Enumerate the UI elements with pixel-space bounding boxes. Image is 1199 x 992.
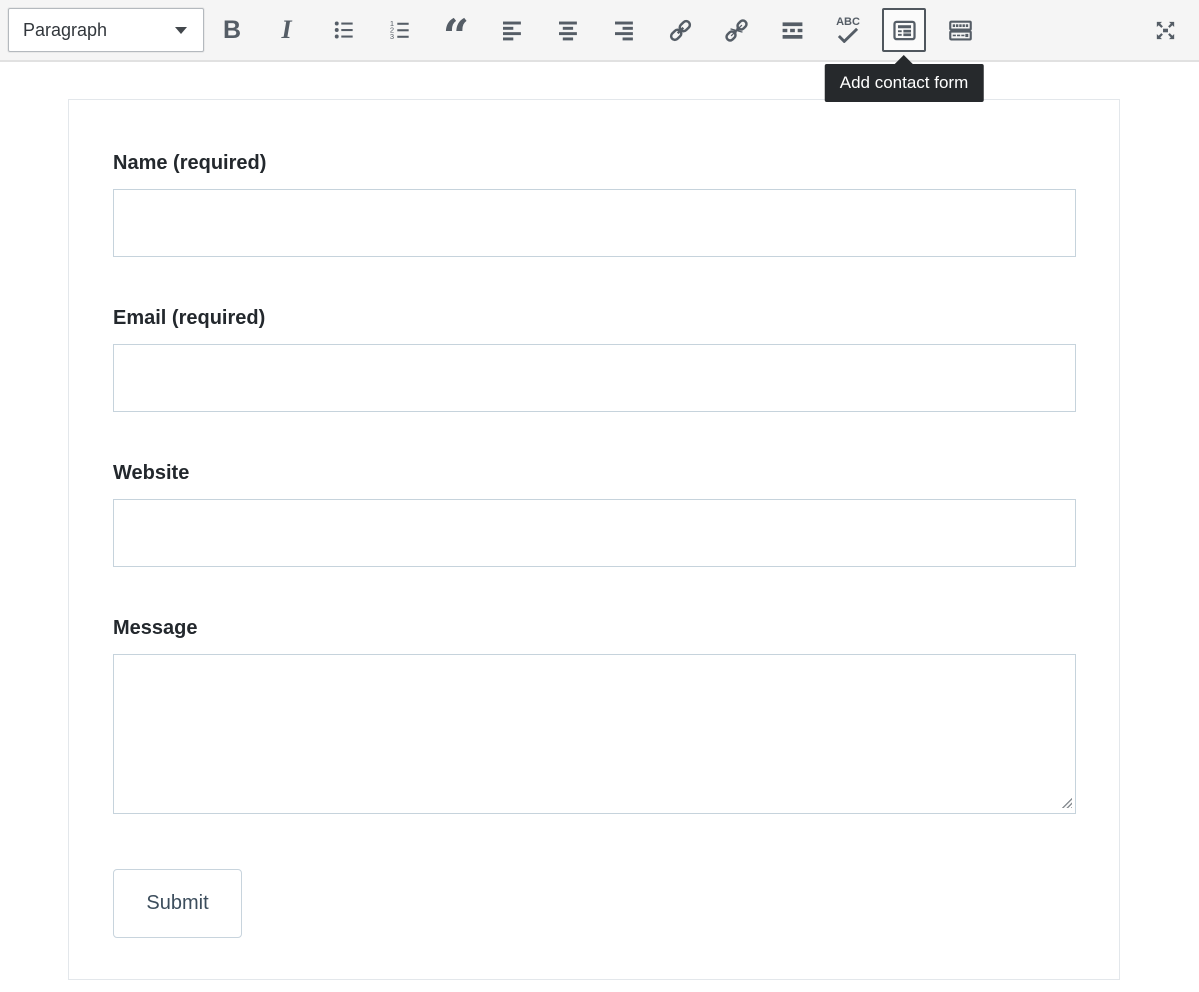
link-button[interactable] [660, 10, 700, 50]
editor-toolbar: Paragraph B I 1 2 3 “ [0, 0, 1199, 62]
spellcheck-icon: ABC [836, 17, 860, 43]
fullscreen-button[interactable] [1145, 10, 1185, 50]
paragraph-style-select[interactable]: Paragraph [8, 8, 204, 52]
email-input[interactable] [113, 344, 1076, 412]
blockquote-button[interactable]: “ [436, 10, 476, 50]
paragraph-style-value: Paragraph [23, 20, 107, 41]
tooltip-text: Add contact form [840, 73, 969, 92]
form-group-website: Website [113, 460, 1076, 567]
insert-read-more-button[interactable] [772, 10, 812, 50]
link-icon [667, 17, 694, 44]
numbered-list-icon: 1 2 3 [387, 17, 413, 43]
align-center-icon [555, 17, 581, 43]
tooltip-arrow-icon [895, 55, 913, 64]
website-input[interactable] [113, 499, 1076, 567]
website-field-label: Website [113, 460, 1076, 486]
name-input[interactable] [113, 189, 1076, 257]
align-right-icon [611, 17, 637, 43]
unlink-button[interactable] [716, 10, 756, 50]
contact-form-preview-card: Name (required) Email (required) Website… [68, 99, 1120, 980]
submit-button[interactable]: Submit [113, 869, 242, 938]
form-group-email: Email (required) [113, 305, 1076, 412]
tooltip: Add contact form [825, 64, 984, 102]
numbered-list-button[interactable]: 1 2 3 [380, 10, 420, 50]
unlink-icon [723, 17, 750, 44]
bullet-list-icon [331, 17, 357, 43]
align-right-button[interactable] [604, 10, 644, 50]
form-group-message: Message [113, 615, 1076, 814]
align-center-button[interactable] [548, 10, 588, 50]
spellcheck-button[interactable]: ABC [828, 10, 868, 50]
contact-form-icon [891, 17, 918, 44]
keyboard-toggle-button[interactable] [940, 10, 980, 50]
add-contact-form-button[interactable] [882, 8, 926, 52]
fullscreen-icon [1152, 17, 1179, 44]
name-field-label: Name (required) [113, 150, 1076, 176]
italic-button[interactable]: I [268, 10, 308, 50]
message-textarea[interactable] [113, 654, 1076, 814]
keyboard-icon [947, 17, 974, 44]
bold-button[interactable]: B [212, 10, 252, 50]
bold-icon: B [223, 18, 241, 43]
align-left-button[interactable] [492, 10, 532, 50]
message-field-label: Message [113, 615, 1076, 641]
blockquote-icon: “ [443, 13, 469, 47]
chevron-down-icon [175, 27, 187, 34]
bullet-list-button[interactable] [324, 10, 364, 50]
svg-text:3: 3 [390, 32, 394, 41]
form-group-name: Name (required) [113, 150, 1076, 257]
align-left-icon [499, 17, 525, 43]
read-more-tag-icon [779, 17, 806, 44]
email-field-label: Email (required) [113, 305, 1076, 331]
italic-icon: I [281, 17, 294, 43]
